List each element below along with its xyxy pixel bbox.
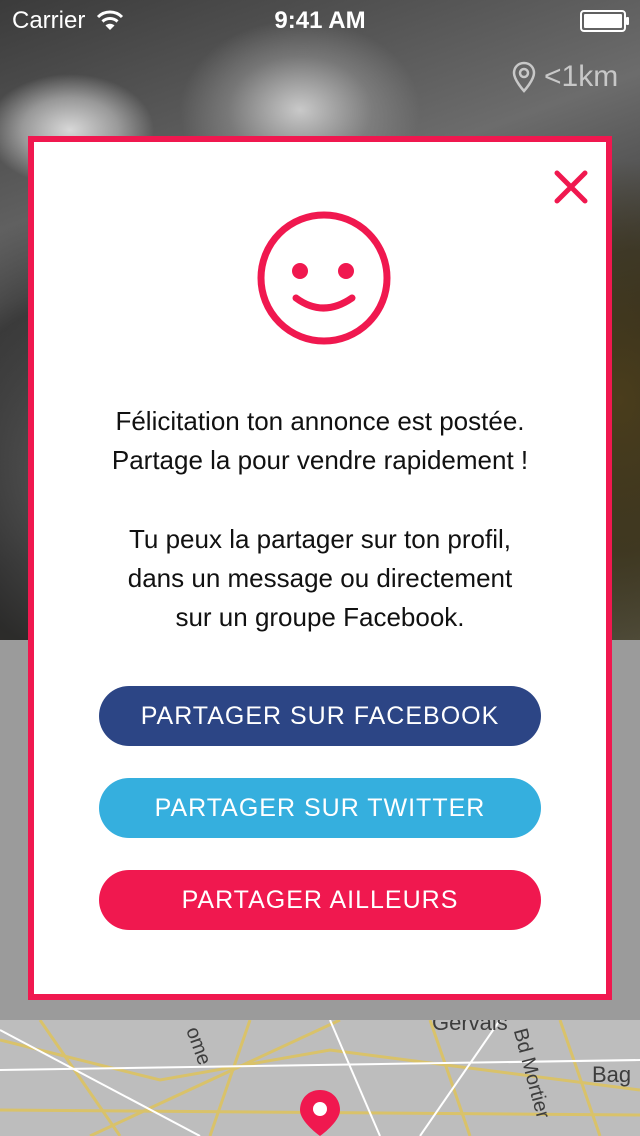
share-instructions: Tu peux la partager sur ton profil, dans… <box>34 520 606 637</box>
close-icon[interactable] <box>550 166 592 208</box>
message-line: Partage la pour vendre rapidement ! <box>111 445 529 475</box>
status-time: 9:41 AM <box>274 7 366 34</box>
distance-label: <1km <box>544 60 619 93</box>
distance-indicator: <1km <box>512 60 618 94</box>
share-elsewhere-button[interactable]: PARTAGER AILLEURS <box>99 870 541 930</box>
map-label: Gervais <box>432 1020 508 1035</box>
smiley-icon <box>257 211 391 345</box>
share-facebook-button[interactable]: PARTAGER SUR FACEBOOK <box>99 686 541 746</box>
share-twitter-button[interactable]: PARTAGER SUR TWITTER <box>99 778 541 838</box>
message-line: Tu peux la partager sur ton profil, <box>128 524 511 554</box>
message-line: Félicitation ton annonce est postée. <box>115 406 525 436</box>
success-message: Félicitation ton annonce est postée. Par… <box>34 402 606 480</box>
close-button[interactable] <box>550 166 592 208</box>
status-bar: Carrier 9:41 AM <box>0 0 640 40</box>
map-pin-icon[interactable] <box>298 1088 342 1136</box>
battery-icon <box>580 10 630 39</box>
message-line: dans un message ou directement <box>127 563 513 593</box>
share-modal: Félicitation ton annonce est postée. Par… <box>28 136 612 1000</box>
message-line: sur un groupe Facebook. <box>175 602 465 632</box>
location-pin-icon <box>512 61 536 93</box>
map-label: Bag <box>592 1062 632 1087</box>
map-view: Gervais Bd Mortier Bag ome <box>0 1020 640 1136</box>
